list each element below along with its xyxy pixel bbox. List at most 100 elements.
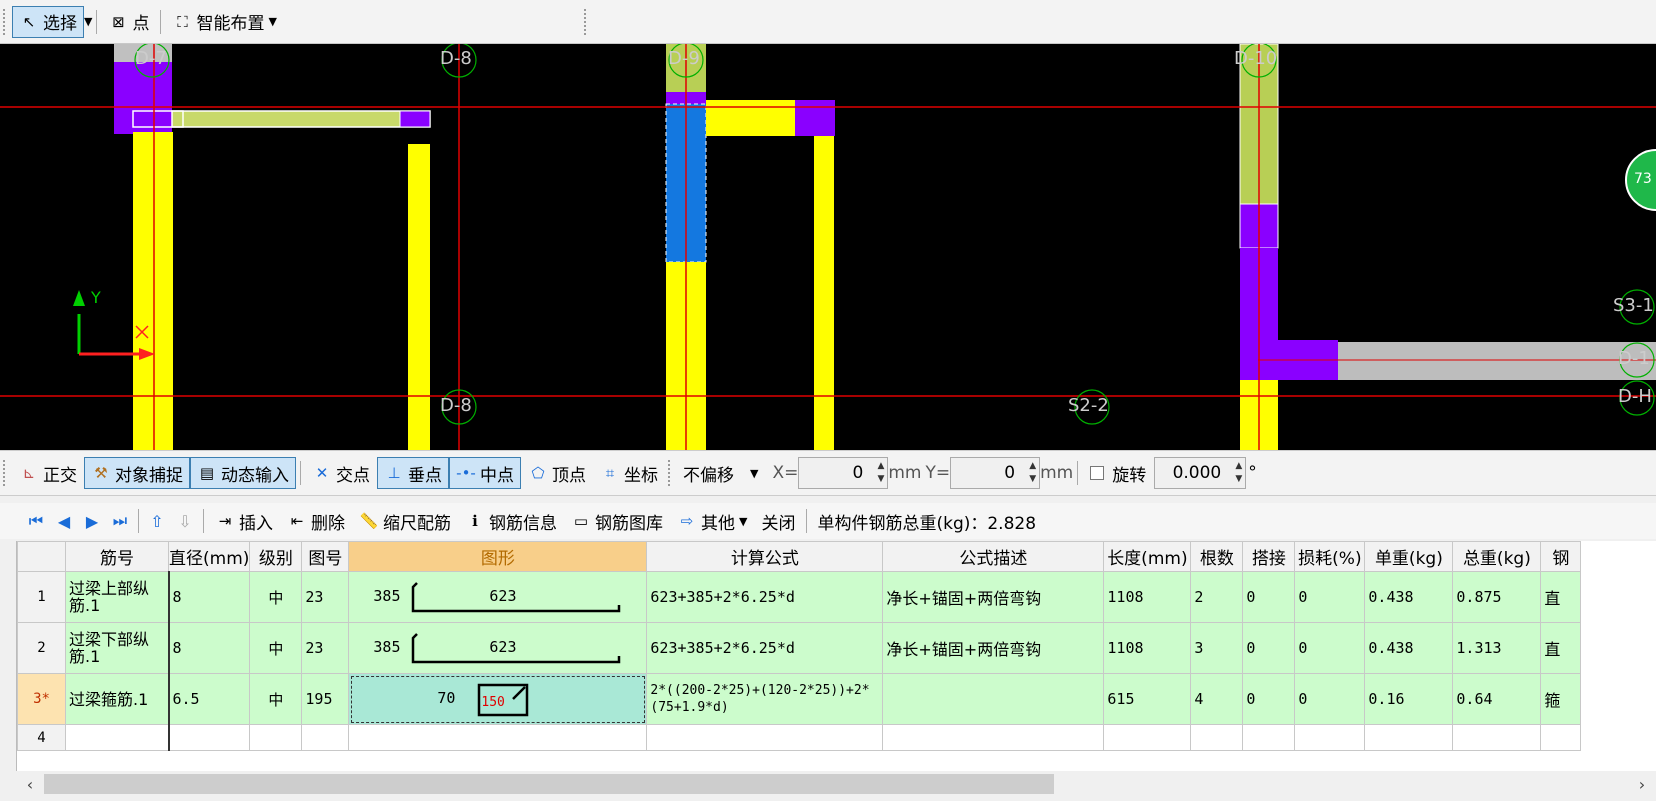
- empty-cell[interactable]: [1364, 724, 1454, 751]
- empty-cell[interactable]: [1540, 724, 1582, 751]
- empty-cell[interactable]: [1103, 724, 1192, 751]
- length-cell[interactable]: 615: [1103, 673, 1192, 725]
- scroll-right-icon[interactable]: ›: [1628, 775, 1656, 794]
- count-cell[interactable]: 2: [1190, 571, 1244, 623]
- first-record-icon[interactable]: ⏮: [22, 511, 50, 531]
- table-row-empty[interactable]: 4: [17, 724, 1582, 751]
- rebar-library-button[interactable]: ▭ 钢筋图库: [564, 505, 670, 537]
- column-header[interactable]: 筋号: [65, 541, 169, 572]
- y-input[interactable]: 0 ▲ ▼: [950, 457, 1041, 489]
- figure-number-cell[interactable]: 195: [301, 673, 350, 725]
- column-header-selected[interactable]: 图形: [348, 541, 648, 572]
- figure-number-cell[interactable]: 23: [301, 622, 350, 674]
- drawing-canvas[interactable]: Y X D-7 D-8 D-9 D-10 D-8 S2-2 S3-1 D-1 D…: [0, 44, 1656, 450]
- dynamic-input-toggle[interactable]: ▤ 动态输入: [190, 457, 296, 489]
- toolbar-grip[interactable]: [668, 460, 672, 486]
- length-cell[interactable]: 1108: [1103, 622, 1192, 674]
- total-weight-cell[interactable]: 0.64: [1452, 673, 1542, 725]
- spinner-icon[interactable]: ▲ ▼: [1235, 460, 1242, 486]
- empty-cell[interactable]: [167, 724, 251, 751]
- formula-desc-cell[interactable]: 净长+锚固+两倍弯钩: [882, 571, 1105, 623]
- loss-cell[interactable]: 0: [1294, 571, 1366, 623]
- empty-cell[interactable]: [1190, 724, 1244, 751]
- row-number[interactable]: 1: [17, 571, 66, 623]
- x-input[interactable]: 0 ▲ ▼: [798, 457, 889, 489]
- offset-dropdown[interactable]: 不偏移 ▼: [677, 457, 764, 489]
- formula-cell[interactable]: 623+385+2*6.25*d: [646, 622, 884, 674]
- grade-cell[interactable]: 中: [249, 673, 303, 725]
- loss-cell[interactable]: 0: [1294, 622, 1366, 674]
- formula-cell[interactable]: 623+385+2*6.25*d: [646, 571, 884, 623]
- select-dropdown-arrow[interactable]: ▼: [84, 15, 92, 28]
- unit-weight-cell[interactable]: 0.438: [1364, 571, 1454, 623]
- rotate-input[interactable]: 0.000 ▲ ▼: [1154, 457, 1247, 489]
- empty-cell[interactable]: [882, 724, 1105, 751]
- unit-weight-cell[interactable]: 0.438: [1364, 622, 1454, 674]
- spinner-icon[interactable]: ▲ ▼: [1029, 460, 1036, 486]
- rebar-name-cell[interactable]: 过梁箍筋.1: [65, 673, 170, 725]
- scroll-left-icon[interactable]: ‹: [16, 775, 44, 794]
- column-header[interactable]: 计算公式: [646, 541, 884, 572]
- unit-weight-cell[interactable]: 0.16: [1364, 673, 1454, 725]
- toolbar-grip[interactable]: [583, 8, 588, 35]
- row-number[interactable]: 2: [17, 622, 66, 674]
- empty-cell[interactable]: [1294, 724, 1366, 751]
- diameter-cell[interactable]: 8: [167, 622, 251, 674]
- scroll-thumb[interactable]: [44, 774, 1054, 794]
- other-menu-button[interactable]: ⇨ 其他 ▼: [670, 505, 754, 537]
- delete-button[interactable]: ⇤ 删除: [280, 505, 352, 537]
- intersection-snap[interactable]: ✕ 交点: [305, 457, 377, 489]
- last-record-icon[interactable]: ⏭: [106, 511, 134, 531]
- toolbar-grip[interactable]: [3, 460, 7, 486]
- lap-cell[interactable]: 0: [1242, 622, 1296, 674]
- total-weight-cell[interactable]: 1.313: [1452, 622, 1542, 674]
- column-header[interactable]: 级别: [249, 541, 303, 572]
- midpoint-snap[interactable]: -•- 中点: [449, 457, 521, 489]
- smart-layout-button[interactable]: ⛶ 智能布置 ▼: [165, 6, 283, 38]
- column-header[interactable]: 长度(mm): [1103, 541, 1192, 572]
- spinner-icon[interactable]: ▲ ▼: [877, 460, 884, 486]
- vertex-snap[interactable]: ⬠ 顶点: [521, 457, 593, 489]
- shape-cell-selected[interactable]: 70 150: [348, 673, 648, 725]
- figure-number-cell[interactable]: 23: [301, 571, 350, 623]
- length-cell[interactable]: 1108: [1103, 571, 1192, 623]
- rotate-checkbox[interactable]: [1090, 466, 1105, 480]
- table-row[interactable]: 2 过梁下部纵筋.1 8 中 23 385 623 623+385+2*6.25…: [17, 622, 1582, 674]
- column-header[interactable]: 损耗(%): [1294, 541, 1366, 572]
- table-row[interactable]: 1 过梁上部纵筋.1 8 中 23 385 623 623+385+2*6.25…: [17, 571, 1582, 623]
- empty-cell[interactable]: [301, 724, 350, 751]
- shape-cell[interactable]: 385 623: [348, 622, 648, 674]
- column-header[interactable]: 公式描述: [882, 541, 1105, 572]
- formula-cell[interactable]: 2*((200-2*25)+(120-2*25))+2*(75+1.9*d): [646, 673, 884, 725]
- empty-cell[interactable]: [1452, 724, 1542, 751]
- grade-cell[interactable]: 中: [249, 622, 303, 674]
- table-row-selected[interactable]: 3* 过梁箍筋.1 6.5 中 195 70 150 2*((200-2*25): [17, 673, 1582, 725]
- formula-desc-cell[interactable]: 净长+锚固+两倍弯钩: [882, 622, 1105, 674]
- insert-button[interactable]: ⇥ 插入: [208, 505, 280, 537]
- column-header[interactable]: 图号: [301, 541, 350, 572]
- row-number[interactable]: 3*: [17, 673, 66, 725]
- empty-cell[interactable]: [1242, 724, 1296, 751]
- move-down-icon[interactable]: ⇩: [171, 512, 199, 531]
- column-header[interactable]: 单重(kg): [1364, 541, 1454, 572]
- scroll-track[interactable]: [44, 774, 1628, 794]
- empty-cell[interactable]: [348, 724, 648, 751]
- point-button[interactable]: ⊠ 点: [101, 6, 156, 38]
- scale-rebar-button[interactable]: 📏 缩尺配筋: [352, 505, 458, 537]
- toolbar-grip[interactable]: [3, 8, 7, 35]
- row-number[interactable]: 4: [17, 724, 66, 751]
- rebar-info-button[interactable]: ℹ 钢筋信息: [458, 505, 564, 537]
- ortho-toggle[interactable]: ⊾ 正交: [12, 457, 84, 489]
- formula-desc-cell[interactable]: [882, 673, 1105, 725]
- object-snap-toggle[interactable]: ⚒ 对象捕捉: [84, 457, 190, 489]
- diameter-cell[interactable]: 8: [167, 571, 251, 623]
- column-header[interactable]: 钢: [1540, 541, 1582, 572]
- lap-cell[interactable]: 0: [1242, 673, 1296, 725]
- type-cell[interactable]: 直: [1540, 571, 1582, 623]
- horizontal-scrollbar[interactable]: ‹ ›: [16, 771, 1656, 797]
- grade-cell[interactable]: 中: [249, 571, 303, 623]
- count-cell[interactable]: 4: [1190, 673, 1244, 725]
- select-button[interactable]: ↖ 选择: [12, 5, 84, 38]
- close-button[interactable]: 关闭: [754, 505, 802, 537]
- empty-cell[interactable]: [646, 724, 884, 751]
